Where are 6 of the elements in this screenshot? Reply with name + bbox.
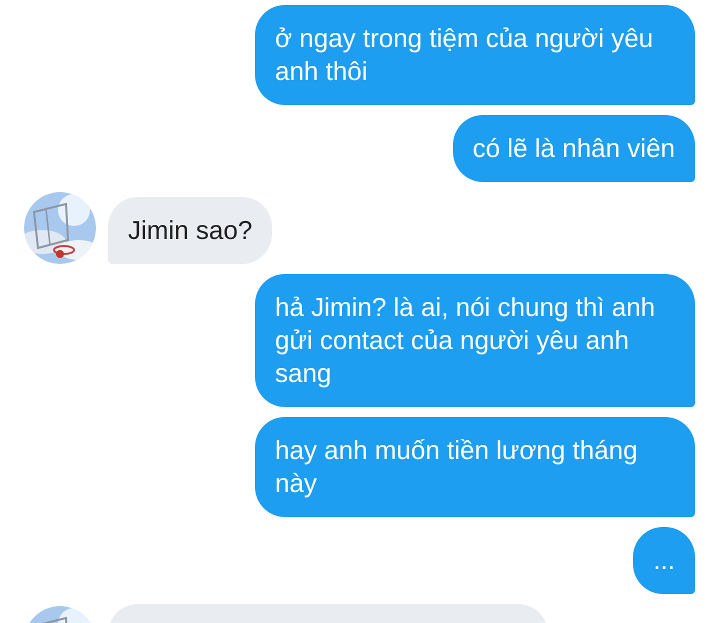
message-bubble: hả Jimin? là ai, nói chung thì anh gửi contact của người yêu anh sang (255, 274, 695, 407)
message-bubble: hay anh muốn tiền lương tháng này (255, 417, 695, 517)
message-bubble: có lẽ là nhân viên (452, 115, 695, 182)
message-bubble: Jimin sao? (108, 197, 272, 264)
message-bubble: ... (633, 527, 695, 594)
message-bubble: ở ngay trong tiệm của người yêu anh thôi (255, 5, 695, 105)
